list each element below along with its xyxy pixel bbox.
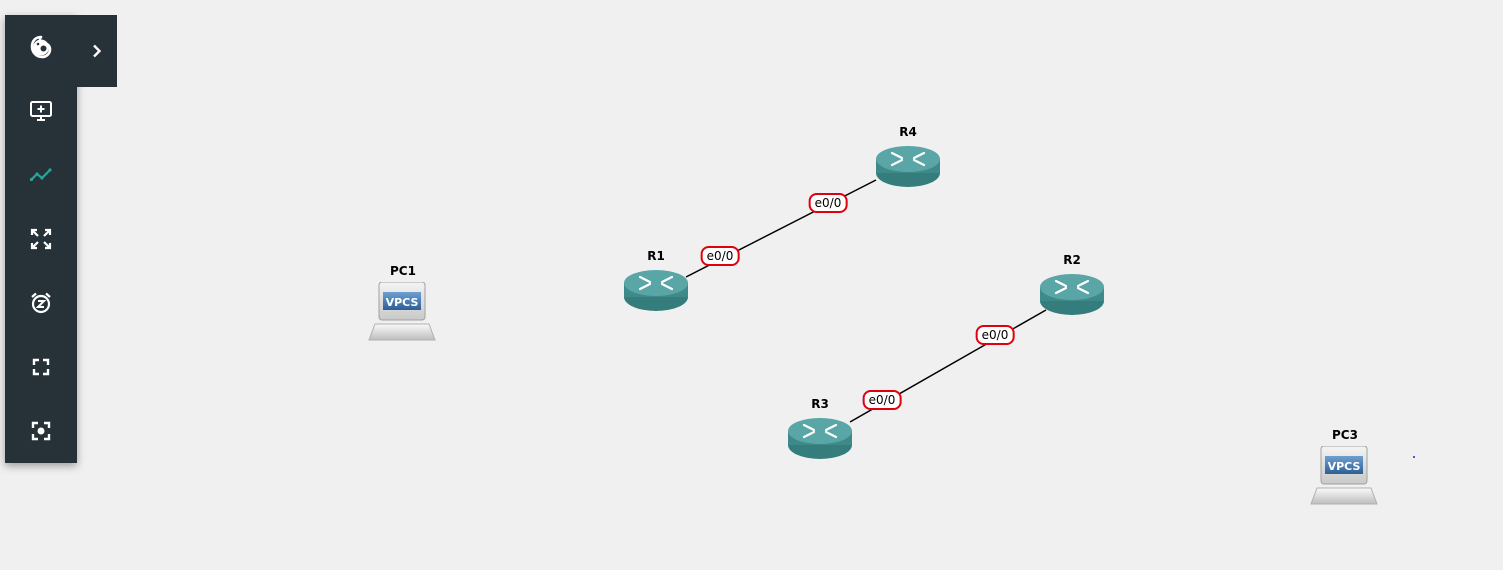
node-label: R2 [1063, 253, 1081, 267]
logo-icon [30, 35, 52, 59]
topology-canvas[interactable]: e0/0 e0/0 e0/0 e0/0 PC1 VPCS R4 R1 R2 R3… [0, 0, 1503, 570]
vpcs-icon: VPCS [368, 282, 436, 341]
node-pc1[interactable]: PC1 VPCS [366, 264, 440, 346]
port-label-r1-e0-0[interactable]: e0/0 [700, 246, 740, 266]
vpcs-text: VPCS [386, 296, 419, 309]
add-link-button[interactable] [5, 143, 77, 207]
router-icon [876, 146, 940, 187]
left-toolbar [5, 15, 77, 463]
node-label: PC1 [390, 264, 416, 278]
stray-dot [1413, 456, 1415, 458]
add-node-icon [30, 101, 52, 121]
node-label: R4 [899, 125, 917, 139]
node-label: R3 [811, 397, 829, 411]
fit-to-screen-button[interactable] [5, 207, 77, 271]
expand-toolbar-button[interactable] [77, 15, 117, 87]
port-label-r3-e0-0[interactable]: e0/0 [862, 390, 902, 410]
port-label-r4-e0-0[interactable]: e0/0 [808, 193, 848, 213]
add-node-button[interactable] [5, 79, 77, 143]
links-layer [685, 179, 1415, 458]
node-r2[interactable]: R2 [1036, 253, 1108, 319]
chevron-right-icon [93, 44, 102, 58]
screenshot-button[interactable] [5, 399, 77, 463]
router-icon [1040, 274, 1104, 315]
vpcs-text: VPCS [1328, 460, 1361, 473]
vpcs-icon: VPCS [1310, 446, 1378, 505]
logo-button[interactable] [5, 15, 77, 79]
node-r3[interactable]: R3 [784, 397, 856, 463]
fullscreen-button[interactable] [5, 335, 77, 399]
router-icon [624, 270, 688, 311]
snooze-button[interactable] [5, 271, 77, 335]
node-label: PC3 [1332, 428, 1358, 442]
node-r4[interactable]: R4 [872, 125, 944, 191]
node-label: R1 [647, 249, 665, 263]
node-pc3[interactable]: PC3 VPCS [1308, 428, 1382, 510]
link-icon [29, 168, 52, 182]
node-r1[interactable]: R1 [620, 249, 692, 315]
fit-to-screen-icon [30, 228, 52, 250]
screenshot-icon [31, 421, 51, 441]
port-label-r2-e0-0[interactable]: e0/0 [975, 325, 1015, 345]
router-icon [788, 418, 852, 459]
fullscreen-icon [32, 358, 50, 376]
snooze-icon [31, 292, 51, 314]
